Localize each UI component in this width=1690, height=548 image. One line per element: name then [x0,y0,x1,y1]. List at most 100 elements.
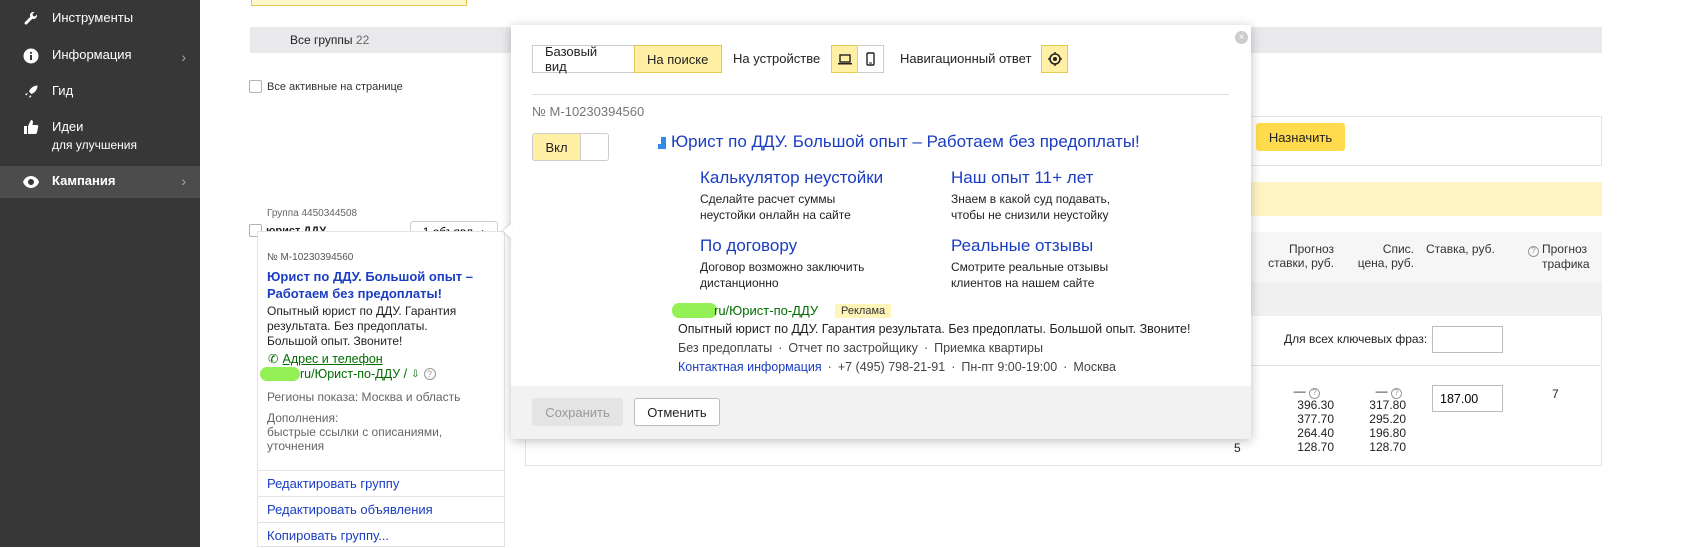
card-ad-number: № М-10230394560 [267,252,354,263]
card-url-text: ru/Юрист-по-ДДУ / [300,367,408,381]
device-mobile-button[interactable] [857,45,884,73]
target-icon [1047,52,1062,66]
chevron-right-icon: › [181,49,186,65]
bid-input[interactable]: 187.00 [1432,385,1503,412]
col-charge-price-line: цена, руб. [1357,256,1414,270]
sitelink-title: По договору [700,236,798,255]
charge-value: 196.80 [1369,426,1406,440]
preview-contacts: Контактная информация · +7 (495) 798-21-… [678,360,1117,374]
sitelink-desc: Договор возможно заключить [700,260,865,274]
charge-value: 128.70 [1369,440,1406,454]
card-ad-title[interactable]: Юрист по ДДУ. Большой опыт – Работаем бе… [267,268,473,302]
forecast-value: 128.70 [1297,440,1334,454]
edit-group-link[interactable]: Редактировать группу [257,470,505,496]
help-icon[interactable]: ? [1309,387,1320,399]
toggle-label: Вкл [533,134,581,160]
all-active-label: Все активные на странице [267,81,403,93]
col-forecast-bid: Прогноз ставки, руб. [1262,242,1334,270]
sitelink-2[interactable]: Наш опыт 11+ лет Знаем в какой суд подав… [951,168,1110,223]
col-traffic-line: трафика [1542,256,1590,271]
nav-answer-label: Навигационный ответ [900,51,1032,66]
sidebar-item-ideas[interactable]: Идеи для улучшения [0,118,200,154]
chevron-right-icon: › [181,173,186,189]
info-icon [22,47,40,65]
sidebar-item-label: Кампания [52,173,116,188]
col-forecast-bid-line: ставки, руб. [1268,256,1334,270]
sitelink-title: Калькулятор неустойки [700,168,884,187]
card-url[interactable]: ru/Юрист-по-ДДУ / ⇩ ? [300,367,436,381]
view-search-button[interactable]: На поиске [634,45,722,73]
help-icon[interactable]: ? [1391,387,1402,399]
sitelink-desc: клиентов на нашем сайте [951,276,1095,290]
redaction-highlight [672,303,717,318]
sitelink-desc: неустойки онлайн на сайте [700,208,851,222]
sidebar-item-tools[interactable]: Инструменты [0,10,200,28]
nav-answer-toggle[interactable] [1041,45,1068,73]
card-ad-title-line: Юрист по ДДУ. Большой опыт – [267,269,474,284]
sidebar-item-label: Инструменты [52,10,134,25]
callout: Приемка квартиры [934,341,1043,355]
table-subheader [1251,282,1602,316]
contact-info-link[interactable]: Контактная информация [678,360,822,374]
ad-preview-modal: × Базовый вид На поиске На устройстве На… [511,25,1251,439]
sitelink-desc: дистанционно [700,276,779,290]
top-filter-input[interactable] [251,0,467,6]
card-address-text: Адрес и телефон [282,351,383,366]
charge-dash: — ? [1372,384,1402,399]
preview-url[interactable]: ru/Юрист-по-ДДУ [714,303,818,318]
ad-favicon-icon-part [658,144,661,149]
card-ad-title-line: Работаем без предоплаты! [267,286,442,301]
card-regions: Регионы показа: Москва и область [267,390,461,404]
save-button[interactable]: Сохранить [532,398,623,426]
notice-banner [1251,182,1602,216]
edit-ads-link[interactable]: Редактировать объявления [257,496,505,522]
copy-group-link[interactable]: Копировать группу... [257,522,505,548]
charge-values: 317.80 295.20 196.80 128.70 [1366,398,1406,454]
card-address-link[interactable]: ✆ Адрес и телефон [268,351,383,367]
help-icon[interactable]: ? [423,368,436,380]
view-basic-button[interactable]: Базовый вид [532,44,635,74]
forecast-dash: — ? [1290,384,1320,399]
card-extras-line: быстрые ссылки с описаниями, [267,425,443,439]
assign-button[interactable]: Назначить [1256,123,1345,151]
ad-badge: Реклама [835,304,892,318]
all-groups-label[interactable]: Все группы 22 [290,33,369,47]
cancel-button[interactable]: Отменить [634,398,720,426]
card-ad-text: Опытный юрист по ДДУ. Гарантия результат… [267,304,456,349]
sidebar-item-guide[interactable]: Гид [0,83,200,101]
forecast-value: 396.30 [1297,398,1334,412]
all-phrases-label: Для всех ключевых фраз: [1284,332,1428,346]
modal-divider [532,94,1229,95]
sidebar-item-label: Гид [52,83,74,98]
sidebar-item-campaign[interactable]: Кампания › [0,166,200,198]
sidebar-item-info[interactable]: Информация › [0,47,200,65]
ad-status-toggle[interactable]: Вкл [532,133,609,161]
close-icon[interactable]: × [1235,31,1248,44]
device-desktop-button[interactable] [831,45,858,73]
wrench-icon [22,10,40,28]
card-ad-text-line: Большой опыт. Звоните! [267,334,403,348]
help-icon[interactable]: ? [1528,245,1539,257]
all-active-checkbox[interactable] [249,80,262,93]
all-phrases-bid-input[interactable] [1432,326,1503,353]
col-charge-price-line: Спис. [1382,242,1414,256]
contact-hours: Пн-пт 9:00-19:00 [961,360,1058,374]
preview-ad-title[interactable]: Юрист по ДДУ. Большой опыт – Работаем бе… [671,132,1140,152]
thumbs-up-icon [22,118,40,136]
sidebar-item-label-group: Идеи для улучшения [52,118,137,154]
phone-icon [866,52,875,66]
sidebar-item-label-secondary: для улучшения [52,138,137,152]
ad-favicon-icon [661,137,666,149]
sitelink-title: Наш опыт 11+ лет [951,168,1094,187]
popover-arrow [503,223,512,239]
sitelink-title: Реальные отзывы [951,236,1094,255]
sitelink-3[interactable]: По договору Договор возможно заключить д… [700,236,864,291]
all-groups-text: Все группы [290,33,353,47]
col-forecast-bid-line: Прогноз [1288,242,1334,256]
sitelink-1[interactable]: Калькулятор неустойки Сделайте расчет су… [700,168,883,223]
forecast-value: 377.70 [1297,412,1334,426]
sitelink-4[interactable]: Реальные отзывы Смотрите реальные отзывы… [951,236,1108,291]
group-id-label: Группа 4450344508 [267,208,358,219]
rocket-icon [22,83,40,101]
redaction-highlight [260,367,300,381]
